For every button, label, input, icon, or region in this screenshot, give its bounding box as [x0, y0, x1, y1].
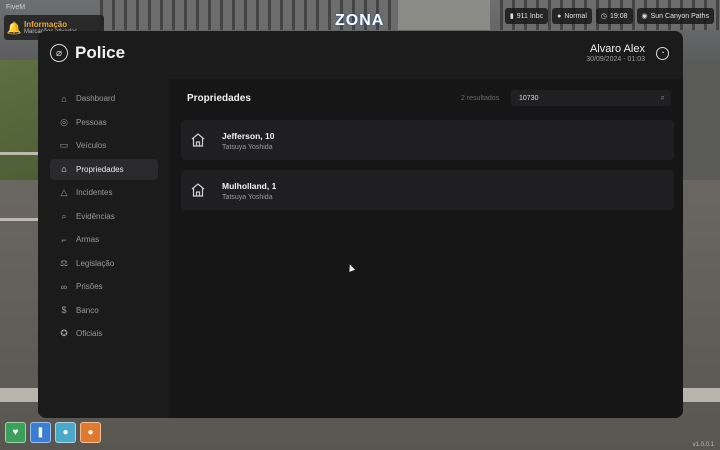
property-owner: Tatsuya Yoshida: [222, 194, 273, 201]
police-mdt-window: ⌀ Police Alvaro Alex 30/09/2024 - 01:03 …: [38, 31, 683, 418]
sidebar-item-banco[interactable]: $ Banco: [50, 300, 158, 321]
sidebar-item-oficiais[interactable]: ✪ Oficiais: [50, 323, 158, 344]
sidebar-item-legislacao[interactable]: ⚖ Legislação: [50, 253, 158, 274]
hud-location: ◉ Sun Canyon Paths: [636, 8, 714, 24]
property-card[interactable]: Jefferson, 10 Tatsuya Yoshida: [181, 120, 674, 160]
badge-icon: ✪: [60, 328, 68, 338]
house-icon: [191, 183, 205, 197]
mic-icon: ●: [557, 12, 562, 20]
game-version-label: FiveM: [6, 4, 26, 11]
sidebar-item-incidentes[interactable]: △ Incidentes: [50, 182, 158, 203]
road-marking: [0, 218, 40, 221]
road-marking: [0, 152, 40, 155]
property-address: Mulholland, 1: [222, 181, 277, 191]
food-icon: ●: [80, 422, 101, 443]
version-label: v1.0.0.1: [692, 442, 714, 448]
notification-title: Informação: [24, 20, 68, 29]
location-icon: ◉: [641, 13, 648, 20]
dollar-icon: $: [61, 305, 67, 315]
user-info: Alvaro Alex 30/09/2024 - 01:03: [586, 43, 645, 63]
page-title: Propriedades: [187, 93, 251, 104]
zone-sign: ZONA: [335, 12, 385, 29]
status-bar: ♥ ❚ ● ●: [5, 422, 101, 443]
sidebar: ⌂ Dashboard ◎ Pessoas ▭ Veículos ⌂ Proprieda…: [50, 88, 158, 347]
search-icon[interactable]: ⌕: [661, 93, 665, 103]
handcuffs-icon: ∞: [60, 281, 68, 292]
content-header: Propriedades 2 resultados ⌕: [169, 79, 683, 119]
bell-icon: 🔔: [6, 20, 22, 35]
sidebar-item-armas[interactable]: ⌐ Armas: [50, 229, 158, 250]
sidebar-item-propriedades[interactable]: ⌂ Propriedades: [50, 158, 158, 180]
house-icon: [191, 133, 205, 147]
property-owner: Tatsuya Yoshida: [222, 144, 273, 151]
drop-icon: ●: [55, 422, 76, 443]
sidebar-item-veiculos[interactable]: ▭ Veículos: [50, 135, 158, 156]
header: ⌀ Police Alvaro Alex 30/09/2024 - 01:03 …: [38, 31, 683, 77]
property-address: Jefferson, 10: [222, 131, 275, 141]
sidebar-item-prisoes[interactable]: ∞ Prisões: [50, 276, 158, 297]
search-input[interactable]: [511, 90, 651, 106]
gavel-icon: ⚖: [59, 257, 69, 268]
user-date: 30/09/2024 - 01:03: [586, 56, 645, 63]
clock-icon: ◷: [600, 13, 607, 20]
heart-icon: ♥: [5, 422, 26, 443]
search-icon: ⌕: [61, 210, 67, 221]
gun-icon: ⌐: [61, 234, 67, 245]
results-count: 2 resultados: [461, 95, 500, 102]
vest-icon: ❚: [30, 422, 51, 443]
home-icon: ⌂: [61, 93, 67, 104]
house-icon: ⌂: [61, 164, 67, 174]
hud-voice: ● Normal: [552, 8, 592, 24]
search-box: ⌕: [511, 90, 671, 106]
warning-icon: △: [60, 187, 68, 197]
car-icon: ▭: [59, 140, 69, 150]
hud-bar: ▮ 911 Inbc ● Normal ◷ 19:08 ◉ Sun Canyon Pat…: [504, 8, 714, 24]
app-title: Police: [75, 43, 126, 62]
property-card[interactable]: Mulholland, 1 Tatsuya Yoshida: [181, 170, 674, 210]
sidebar-item-dashboard[interactable]: ⌂ Dashboard: [50, 88, 158, 109]
police-badge-icon: ⌀: [50, 44, 68, 62]
signal-icon: ▮: [509, 13, 514, 20]
person-icon: ◎: [60, 116, 68, 127]
user-profile-icon[interactable]: ◔: [656, 47, 669, 60]
main-content: Propriedades 2 resultados ⌕ Jefferson, 1…: [169, 79, 683, 418]
sidebar-item-pessoas[interactable]: ◎ Pessoas: [50, 112, 158, 133]
building: [398, 0, 490, 30]
sidebar-item-evidencias[interactable]: ⌕ Evidências: [50, 206, 158, 227]
user-name: Alvaro Alex: [589, 43, 645, 55]
hud-clock: ◷ 19:08: [595, 8, 633, 24]
hud-radio: ▮ 911 Inbc: [504, 8, 549, 24]
